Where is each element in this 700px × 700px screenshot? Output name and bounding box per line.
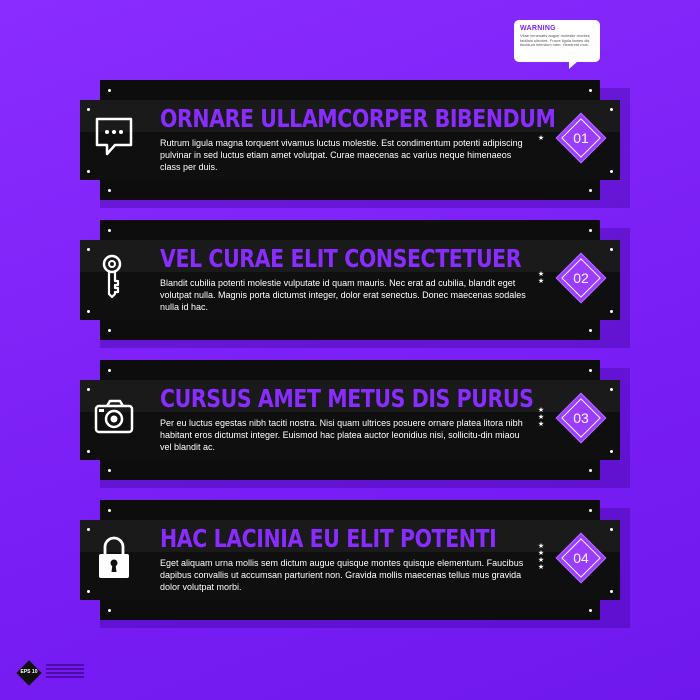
- padlock-icon: [99, 536, 129, 578]
- step-badge: 03: [555, 392, 607, 444]
- card-text: Eget aliquam urna mollis sem dictum augu…: [160, 558, 524, 592]
- card-text: Blandit cubilia potenti molestie vulputa…: [160, 278, 526, 312]
- step-badge: 02: [555, 252, 607, 304]
- card-text: Per eu luctus egestas nibh taciti nostra…: [160, 418, 523, 452]
- eps-badge: EPS 10: [16, 660, 42, 686]
- step-badge: 04: [555, 532, 607, 584]
- step-number: 02: [573, 270, 589, 286]
- card-text: Rutrum ligula magna torquent vivamus luc…: [160, 138, 523, 172]
- warning-text: Vitae venenatis augue molestie montes fa…: [520, 33, 590, 47]
- card-1: ORNARE ULLAMCORPER BIBENDUM Rutrum ligul…: [80, 80, 630, 208]
- star-rating: ★: [537, 135, 545, 142]
- camera-icon: [94, 399, 134, 434]
- card-title: ORNARE ULLAMCORPER BIBENDUM: [160, 104, 556, 133]
- star-rating: ★ ★: [537, 271, 545, 285]
- star-rating: ★ ★ ★: [537, 407, 545, 428]
- badge-caption-lines: [46, 664, 84, 680]
- card-title: HAC LACINIA EU ELIT POTENTI: [160, 524, 497, 553]
- card-3: CURSUS AMET METUS DIS PURUS Per eu luctu…: [80, 360, 630, 488]
- card-2: VEL CURAE ELIT CONSECTETUER Blandit cubi…: [80, 220, 630, 348]
- card-4: HAC LACINIA EU ELIT POTENTI Eget aliquam…: [80, 500, 630, 628]
- card-title: VEL CURAE ELIT CONSECTETUER: [160, 244, 522, 273]
- chat-bubble-icon: [95, 117, 133, 156]
- eps-badge-text: EPS 10: [20, 669, 38, 675]
- step-number: 03: [573, 410, 589, 426]
- step-number: 04: [573, 550, 589, 566]
- step-number: 01: [573, 130, 589, 146]
- key-icon: [102, 254, 122, 299]
- star-rating: ★ ★ ★ ★: [537, 543, 545, 571]
- step-badge: 01: [555, 112, 607, 164]
- card-title: CURSUS AMET METUS DIS PURUS: [160, 384, 534, 413]
- warning-title: WARNING: [520, 25, 556, 32]
- warning-tooltip: WARNING Vitae venenatis augue molestie m…: [514, 20, 600, 69]
